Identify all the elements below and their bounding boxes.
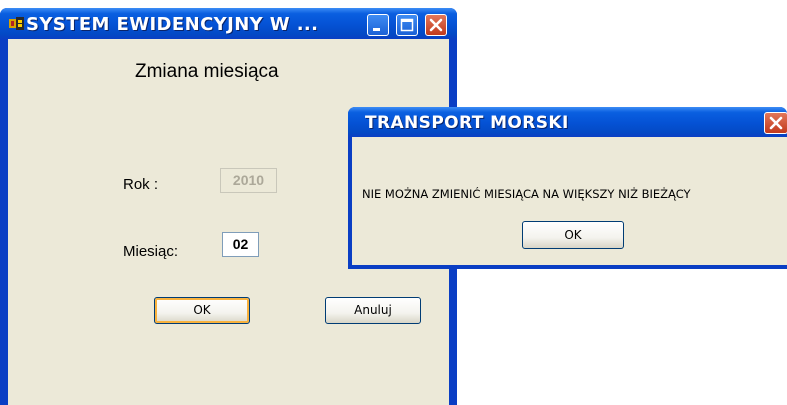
dialog-close-button[interactable] (764, 112, 787, 134)
ok-button-label: OK (193, 303, 211, 317)
app-icon (9, 17, 24, 30)
cancel-button[interactable]: Anuluj (325, 297, 421, 324)
year-field: 2010 (220, 168, 277, 193)
dialog-ok-label: OK (564, 228, 582, 242)
maximize-button[interactable] (396, 14, 418, 36)
dialog-ok-button[interactable]: OK (522, 221, 624, 249)
cancel-button-label: Anuluj (354, 303, 392, 317)
close-icon (429, 18, 443, 32)
dialog-titlebar[interactable]: TRANSPORT MORSKI (348, 107, 787, 137)
message-dialog: TRANSPORT MORSKI NIE MOŻNA ZMIENIĆ MIESI… (348, 107, 787, 269)
year-label: Rok : (123, 176, 159, 193)
dialog-title: TRANSPORT MORSKI (365, 113, 569, 133)
minimize-button[interactable] (367, 14, 389, 36)
ok-button[interactable]: OK (154, 297, 250, 324)
maximize-icon (400, 18, 414, 32)
dialog-client: NIE MOŻNA ZMIENIĆ MIESIĄCA NA WIĘKSZY NI… (352, 137, 787, 265)
month-field[interactable]: 02 (222, 232, 259, 257)
month-label: Miesiąc: (123, 243, 179, 260)
page-title: Zmiana miesiąca (135, 61, 279, 82)
dialog-message: NIE MOŻNA ZMIENIĆ MIESIĄCA NA WIĘKSZY NI… (362, 187, 691, 201)
close-icon (769, 116, 783, 130)
close-button[interactable] (425, 14, 447, 36)
main-window-title: SYSTEM EWIDENCYJNY W ... (26, 14, 319, 35)
minimize-icon (373, 28, 380, 31)
main-window-titlebar[interactable]: SYSTEM EWIDENCYJNY W ... (0, 8, 457, 39)
